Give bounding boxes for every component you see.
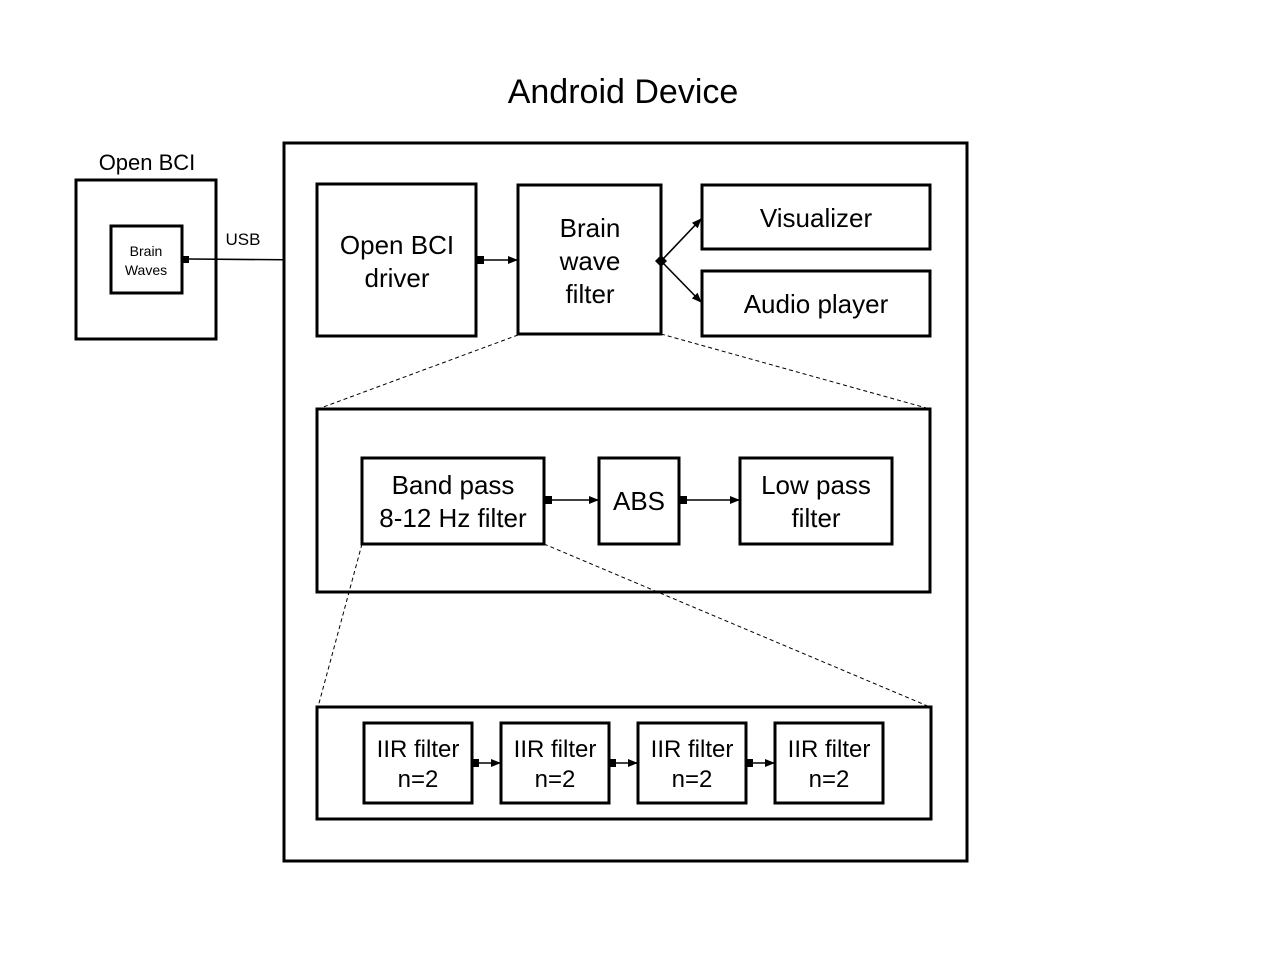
brain-waves-box (109, 224, 184, 295)
abs-label: ABS (613, 486, 665, 516)
iir-port-marker (746, 759, 753, 767)
iir-port-marker (609, 759, 616, 767)
brain-waves-line1: Brain (130, 243, 163, 259)
driver-port-marker (476, 256, 484, 264)
bandpass-line1: Band pass (392, 470, 515, 500)
filter-line3: filter (565, 279, 614, 309)
visualizer-label: Visualizer (760, 203, 873, 233)
iir-filter-order: n=2 (398, 766, 439, 793)
openbci-label: Open BCI (99, 150, 196, 175)
iir-port-marker (472, 759, 479, 767)
lowpass-line2: filter (791, 503, 840, 533)
iir-filter-order: n=2 (672, 766, 713, 793)
filter-line1: Brain (560, 213, 621, 243)
usb-label: USB (226, 230, 261, 249)
usb-port-marker (182, 256, 189, 263)
bandpass-line2: 8-12 Hz filter (379, 503, 527, 533)
iir-filter-order: n=2 (535, 766, 576, 793)
iir-filter-label: IIR filter (651, 736, 734, 763)
brain-waves-line2: Waves (125, 262, 167, 278)
iir-filter-label: IIR filter (788, 736, 871, 763)
iir-filter-order: n=2 (809, 766, 850, 793)
filter-line2: wave (559, 246, 621, 276)
abs-port-marker (679, 496, 687, 504)
diagram-canvas: Android Device Open BCI Brain Waves USB … (74, 73, 969, 863)
openbci-driver-box (315, 182, 478, 338)
driver-line1: Open BCI (340, 230, 454, 260)
driver-line2: driver (364, 263, 429, 293)
iir-filter-label: IIR filter (377, 736, 460, 763)
lowpass-line1: Low pass (761, 470, 871, 500)
iir-filter-label: IIR filter (514, 736, 597, 763)
bandpass-port-marker (544, 496, 552, 504)
audio-player-label: Audio player (744, 289, 889, 319)
diagram-title: Android Device (508, 73, 739, 111)
